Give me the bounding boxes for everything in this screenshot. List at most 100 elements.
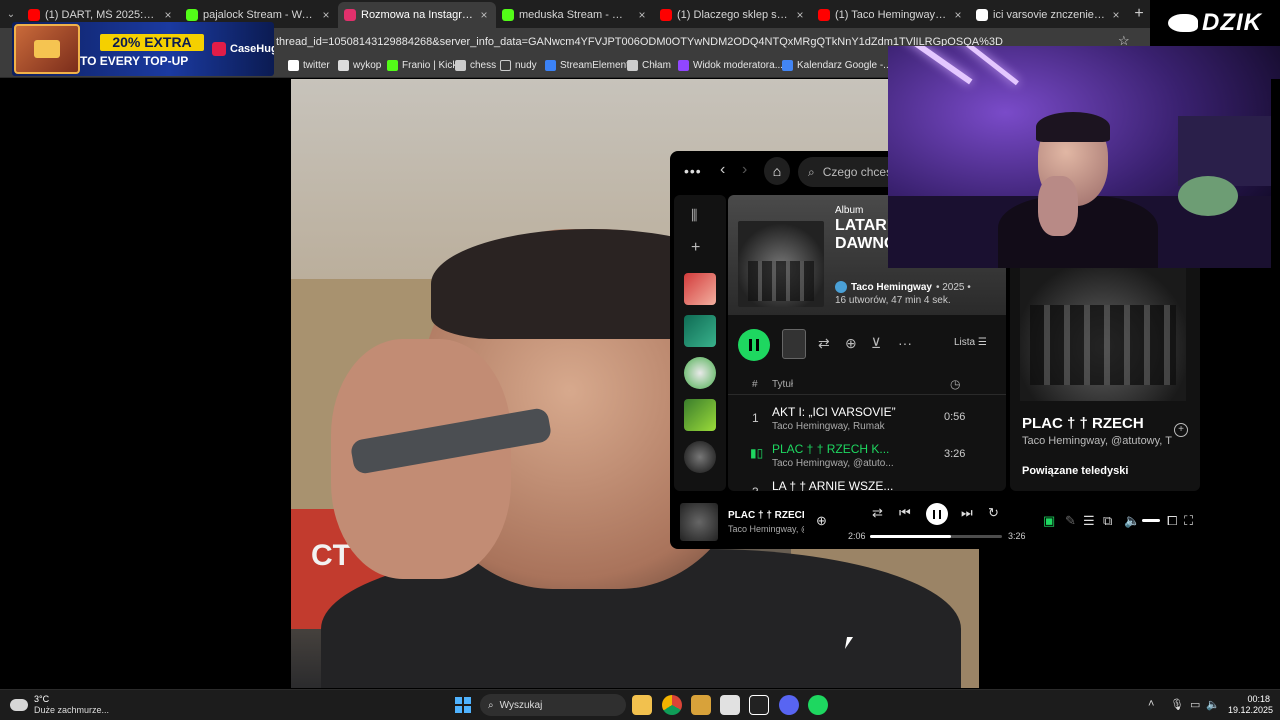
total-time: 3:26 xyxy=(1008,531,1026,541)
new-tab-button[interactable]: + xyxy=(1128,5,1150,23)
chevron-up-icon[interactable]: ˄ xyxy=(1148,698,1154,710)
player-artist[interactable]: Taco Hemingway, @a xyxy=(728,524,804,534)
close-icon[interactable]: × xyxy=(478,8,490,22)
network-icon[interactable]: ▭ xyxy=(1190,698,1200,711)
shuffle-icon[interactable]: ⇄ xyxy=(872,505,883,521)
close-icon[interactable]: × xyxy=(162,8,174,22)
chrome-icon[interactable] xyxy=(662,695,682,715)
ad-brand-label: CaseHug xyxy=(230,43,274,55)
volume-slider[interactable] xyxy=(1142,519,1160,522)
queue-icon[interactable]: ☰ xyxy=(1083,513,1095,529)
weather-widget[interactable]: 3°C Duże zachmurze... xyxy=(10,694,109,716)
album-artist[interactable]: Taco Hemingway xyxy=(851,282,932,293)
track-row[interactable]: ▮▯ PLAC † † RZECH K... Taco Hemingway, @at… xyxy=(728,438,1006,474)
bookmark-item[interactable]: chess xyxy=(455,60,496,71)
next-track-icon[interactable]: ⏭ xyxy=(961,505,973,521)
view-mode-label: Lista xyxy=(954,337,976,348)
tab-title: meduska Stream - Watch Live on Kick xyxy=(519,9,631,21)
speaker-icon[interactable]: 🔈 xyxy=(1206,698,1220,711)
album-mini-cover[interactable] xyxy=(782,329,806,359)
track-artists[interactable]: Taco Hemingway, @atuto... xyxy=(772,458,922,469)
back-arrow-icon[interactable]: ‹ xyxy=(720,161,725,179)
treasure-chest-icon xyxy=(14,24,80,74)
lyrics-icon[interactable]: ✎ xyxy=(1065,513,1076,529)
library-item-thumbnail[interactable] xyxy=(684,441,716,473)
boar-icon xyxy=(1168,14,1198,32)
track-artists[interactable]: Taco Hemingway, Rumak xyxy=(772,421,922,432)
mini-player-icon[interactable]: ⧠ xyxy=(1167,513,1177,529)
close-icon[interactable]: × xyxy=(636,8,648,22)
overlay-logo-text: DZIK xyxy=(1202,9,1262,36)
now-playing-artists[interactable]: Taco Hemingway, @atutowy, T xyxy=(1022,435,1172,447)
library-item-thumbnail[interactable] xyxy=(684,357,716,389)
more-menu-icon[interactable]: ••• xyxy=(684,163,702,179)
now-playing-view-icon[interactable]: ▣ xyxy=(1043,513,1055,529)
bookmark-item[interactable]: Franio | Kick xyxy=(387,60,457,71)
shuffle-icon[interactable]: ⇄ xyxy=(818,335,830,352)
bookmark-item[interactable]: Widok moderatora... xyxy=(678,60,783,71)
page-scrollbar[interactable] xyxy=(1271,79,1280,689)
tab-favicon-icon xyxy=(344,9,356,21)
add-to-library-icon[interactable]: ⊕ xyxy=(845,335,857,352)
ad-headline: 20% EXTRA xyxy=(100,34,204,51)
bookmark-item[interactable]: StreamElements xyxy=(545,60,634,71)
close-icon[interactable]: × xyxy=(952,8,964,22)
bookmark-item[interactable]: nudy xyxy=(500,60,537,71)
streamelements-icon xyxy=(545,60,556,71)
browser-tab[interactable]: (1) Dlaczego sklep spożywczy × xyxy=(654,2,812,28)
previous-track-icon[interactable]: ⏮ xyxy=(899,505,911,521)
ad-banner[interactable]: 20% EXTRA TO EVERY TOP-UP CaseHug xyxy=(12,22,274,76)
home-icon[interactable]: ⌂ xyxy=(764,157,790,185)
library-icon[interactable]: ⫼ xyxy=(691,207,697,224)
bookmark-label: nudy xyxy=(515,60,537,71)
close-icon[interactable]: × xyxy=(794,8,806,22)
close-icon[interactable]: × xyxy=(1110,8,1122,22)
album-actions: ⇄ ⊕ ⊻ ··· Lista ☰ xyxy=(728,325,1006,365)
add-to-liked-icon[interactable]: ⊕ xyxy=(816,513,827,529)
calendar-icon xyxy=(782,60,793,71)
bookmark-item[interactable]: wykop xyxy=(338,60,381,71)
track-row[interactable]: 1 AKT I: „ICI VARSOVIE” Taco Hemingway, Ru… xyxy=(728,401,1006,437)
browser-tab[interactable]: (1) Taco Hemingway - "Deszcz × xyxy=(812,2,970,28)
fullscreen-icon[interactable]: ⛶ xyxy=(1184,513,1193,529)
spotify-icon[interactable] xyxy=(808,695,828,715)
browser-tab[interactable]: Rozmowa na Instagramie × xyxy=(338,2,496,28)
download-icon[interactable]: ⊻ xyxy=(871,335,881,352)
library-item-thumbnail[interactable] xyxy=(684,273,716,305)
browser-tab[interactable]: ici varsovie znczenie - Szukaj w Google × xyxy=(970,2,1128,28)
bookmark-item[interactable]: Chłam xyxy=(627,60,671,71)
track-row[interactable]: 3 LA † † ARNIE WSZE... xyxy=(728,475,1006,491)
bookmark-item[interactable]: twitter xyxy=(288,60,330,71)
windows-start-icon[interactable] xyxy=(455,697,471,713)
taskbar-search[interactable]: ⌕ Wyszukaj xyxy=(480,694,626,716)
file-explorer-icon[interactable] xyxy=(632,695,652,715)
forward-arrow-icon[interactable]: › xyxy=(742,161,747,179)
more-options-icon[interactable]: ··· xyxy=(898,335,912,351)
library-item-thumbnail[interactable] xyxy=(684,399,716,431)
system-clock[interactable]: 00:18 19.12.2025 xyxy=(1228,694,1273,716)
microphone-icon[interactable]: 🎙 xyxy=(1170,698,1184,711)
repeat-icon[interactable]: ↻ xyxy=(988,505,999,521)
app-icon[interactable] xyxy=(691,695,711,715)
bookmark-label: Chłam xyxy=(642,60,671,71)
cloud-icon xyxy=(10,699,28,711)
add-icon[interactable]: + xyxy=(691,239,700,257)
progress-bar[interactable] xyxy=(870,535,1002,538)
add-to-playlist-icon[interactable]: + xyxy=(1174,423,1188,437)
tab-title: ici varsovie znczenie - Szukaj w Google xyxy=(993,9,1105,21)
view-mode-button[interactable]: Lista ☰ xyxy=(954,337,987,348)
browser-tab[interactable]: meduska Stream - Watch Live on Kick × xyxy=(496,2,654,28)
volume-icon[interactable]: 🔈 xyxy=(1124,513,1140,529)
epic-games-icon[interactable] xyxy=(749,695,769,715)
discord-icon[interactable] xyxy=(779,695,799,715)
x-icon xyxy=(288,60,299,71)
bookmark-item[interactable]: Kalendarz Google -... xyxy=(782,60,892,71)
app-icon[interactable] xyxy=(720,695,740,715)
play-pause-button[interactable] xyxy=(738,329,770,361)
player-cover[interactable] xyxy=(680,503,718,541)
player-pause-button[interactable] xyxy=(926,503,948,525)
close-icon[interactable]: × xyxy=(320,8,332,22)
library-item-thumbnail[interactable] xyxy=(684,315,716,347)
connect-device-icon[interactable]: ⧉ xyxy=(1103,513,1112,529)
player-title[interactable]: PLAC † † RZECH xyxy=(728,510,804,521)
